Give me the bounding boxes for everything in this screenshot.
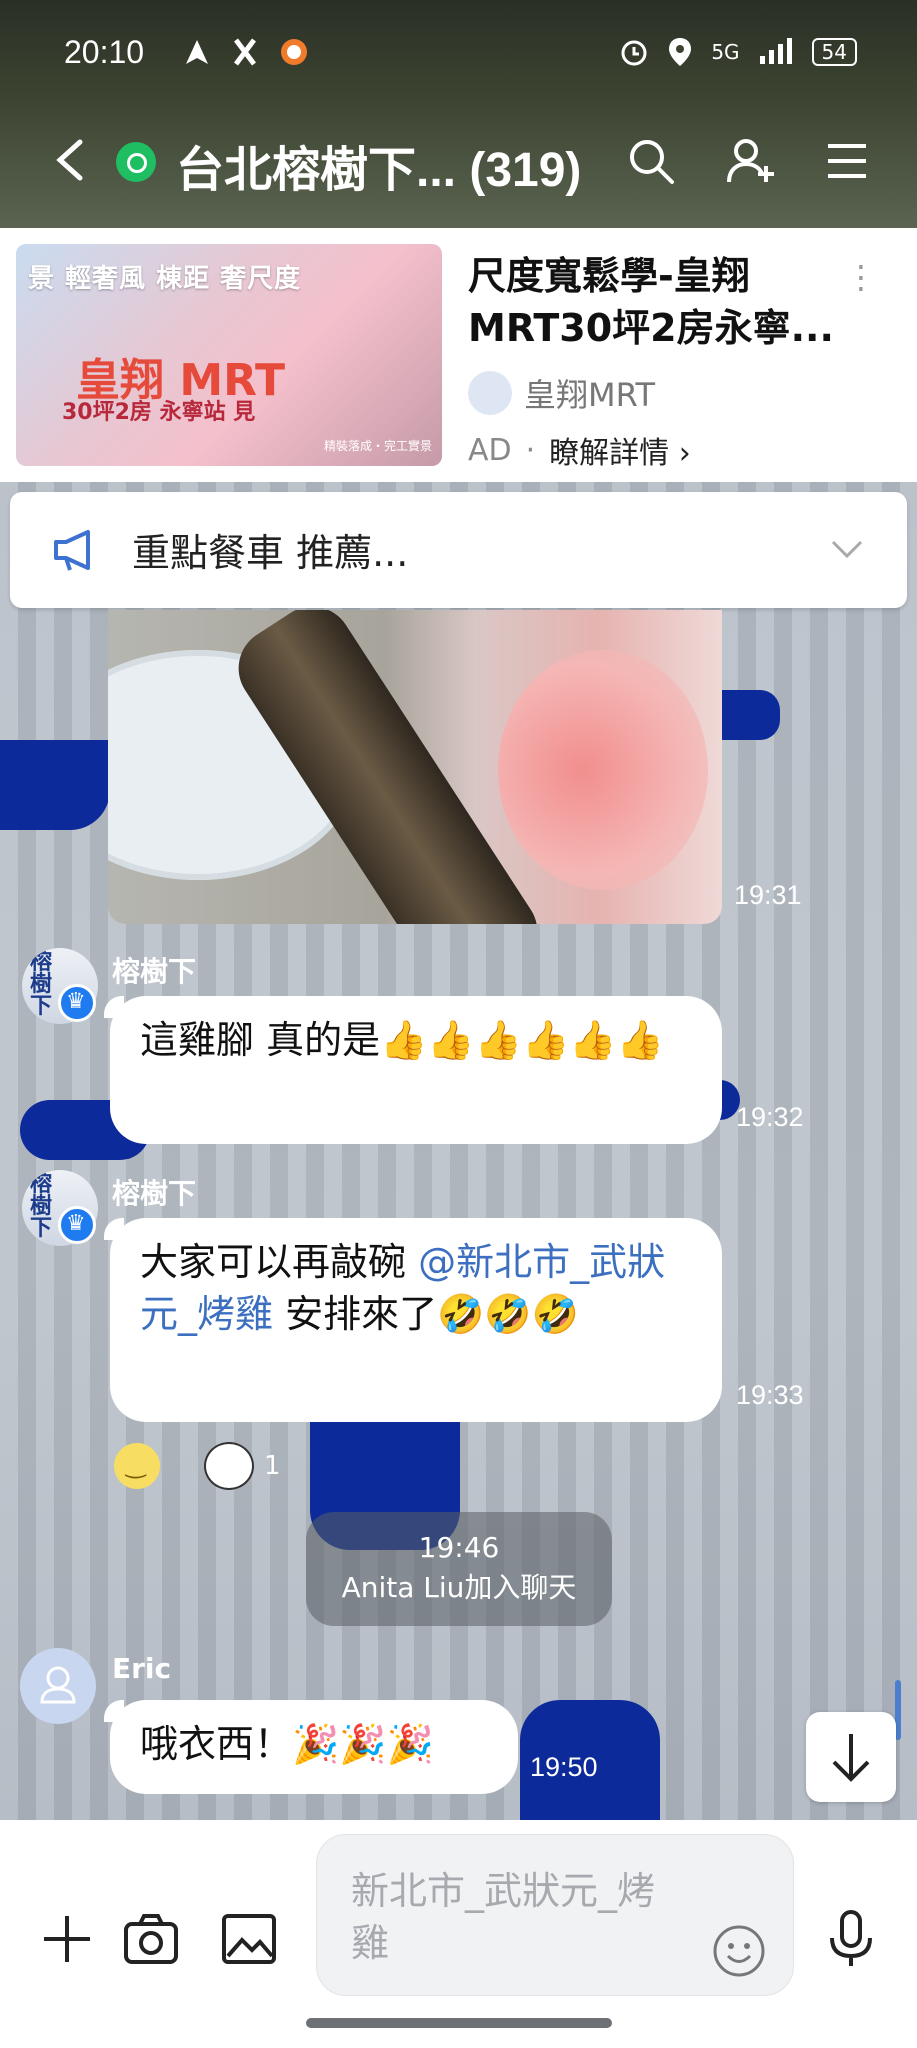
message-time: 19:31 <box>734 880 802 910</box>
message-input[interactable]: 新北市_武狀元_烤雞 <box>316 1834 794 1996</box>
back-icon[interactable] <box>52 138 88 182</box>
ad-brand-avatar <box>468 371 512 415</box>
ad-title[interactable]: 尺度寬鬆學-皇翔MRT30坪2房永寧... <box>468 250 868 354</box>
ad-brand: 皇翔MRT <box>468 370 655 416</box>
announcement-text: 重點餐車 推薦... <box>132 531 409 575</box>
message-text: 大家可以再敲碗 <box>140 1240 419 1284</box>
ad-label: AD <box>468 432 512 468</box>
image-icon[interactable] <box>220 1910 278 1968</box>
photo-message[interactable] <box>108 610 722 924</box>
megaphone-icon <box>54 530 90 571</box>
camera-icon[interactable] <box>122 1910 180 1968</box>
status-bar: 20:10 5G 54 <box>64 30 857 74</box>
sender-name: Eric <box>112 1652 172 1685</box>
location-icon <box>669 38 692 66</box>
alarm-icon <box>621 40 647 66</box>
ad-separator-dot: · <box>525 432 536 468</box>
wallpaper-shape <box>0 740 110 830</box>
status-time: 20:10 <box>64 33 145 70</box>
message-time: 19:33 <box>736 1380 804 1410</box>
notification-icon <box>281 39 308 65</box>
add-friend-icon[interactable] <box>726 136 776 186</box>
ad-meta: AD · 瞭解詳情 › <box>468 428 691 472</box>
title-bar: 台北榕樹下... (319) <box>0 120 917 200</box>
system-message-time: 19:46 <box>418 1531 500 1564</box>
message-time: 19:32 <box>736 1102 804 1132</box>
emoji-icon[interactable] <box>711 1923 767 1979</box>
search-icon[interactable] <box>626 136 676 186</box>
home-indicator[interactable] <box>306 2018 612 2028</box>
microphone-icon[interactable] <box>822 1910 880 1968</box>
sender-name: 榕樹下 <box>112 1177 197 1210</box>
admin-crown-icon <box>58 1206 96 1244</box>
avatar[interactable] <box>20 1648 96 1724</box>
message-bubble[interactable]: 大家可以再敲碗 @新北市_武狀元_烤雞 安排來了🤣🤣🤣 <box>104 1218 722 1422</box>
scroll-to-bottom-button[interactable] <box>806 1712 896 1802</box>
default-user-icon <box>40 1666 76 1704</box>
more-options-icon[interactable]: ⋮ <box>845 258 877 296</box>
status-icons-left <box>184 38 308 66</box>
message-input-text[interactable]: 新北市_武狀元_烤雞 <box>351 1865 671 1969</box>
photo-meat <box>498 650 708 890</box>
avatar-text: 榕樹下 <box>30 950 53 1019</box>
app-icon <box>234 38 257 66</box>
ad-image-footer: 精裝落成・完工實景 <box>323 439 432 453</box>
system-message: 19:46 Anita Liu加入聊天 <box>306 1512 612 1626</box>
message-time: 19:50 <box>530 1752 598 1782</box>
chat-title[interactable]: 台北榕樹下... (319) <box>176 130 581 200</box>
network-label: 5G <box>711 40 740 64</box>
thumbs-up-reaction-icon[interactable] <box>204 1442 254 1490</box>
ad-brand-name: 皇翔MRT <box>524 376 656 414</box>
battery-indicator: 54 <box>811 38 857 66</box>
ad-learn-more-link[interactable]: 瞭解詳情 › <box>549 428 691 472</box>
signal-icon <box>759 38 792 64</box>
message-text: 哦衣西！🎉🎉🎉 <box>140 1722 434 1766</box>
navigation-icon <box>186 40 209 64</box>
sender-name: 榕樹下 <box>112 955 197 988</box>
plus-icon[interactable] <box>38 1910 96 1968</box>
message-bubble[interactable]: 這雞腳 真的是👍👍👍👍👍👍 <box>104 996 722 1144</box>
ad-image-tagline: 景 輕奢風 棟距 奢尺度 <box>28 264 302 294</box>
message-text: 安排來了🤣🤣🤣 <box>273 1292 580 1336</box>
group-icon <box>116 142 156 182</box>
smile-reaction-icon[interactable] <box>114 1443 160 1489</box>
input-bar: 新北市_武狀元_烤雞 <box>0 1820 917 2048</box>
message-text: 這雞腳 真的是👍👍👍👍👍👍 <box>140 1018 664 1062</box>
announcement-bar[interactable]: 重點餐車 推薦... <box>10 492 907 608</box>
reaction-bar[interactable]: 1 <box>114 1442 281 1490</box>
status-icons-right: 5G 54 <box>619 36 857 68</box>
ad-image[interactable]: 景 輕奢風 棟距 奢尺度 皇翔 MRT 30坪2房 永寧站 見 精裝落成・完工實… <box>16 244 442 466</box>
ad-image-subtitle: 30坪2房 永寧站 見 <box>62 400 256 425</box>
arrow-down-icon <box>832 1734 870 1782</box>
system-message-text: Anita Liu加入聊天 <box>341 1571 577 1604</box>
ad-banner[interactable]: 景 輕奢風 棟距 奢尺度 皇翔 MRT 30坪2房 永寧站 見 精裝落成・完工實… <box>0 228 917 482</box>
admin-crown-icon <box>58 984 96 1022</box>
avatar-text: 榕樹下 <box>30 1172 53 1241</box>
message-bubble[interactable]: 哦衣西！🎉🎉🎉 <box>104 1700 518 1794</box>
chevron-down-icon[interactable] <box>827 528 867 568</box>
reaction-count: 1 <box>264 1451 281 1481</box>
chat-header: 20:10 5G 54 台北榕樹下... (319) <box>0 0 917 228</box>
menu-icon[interactable] <box>822 136 872 186</box>
